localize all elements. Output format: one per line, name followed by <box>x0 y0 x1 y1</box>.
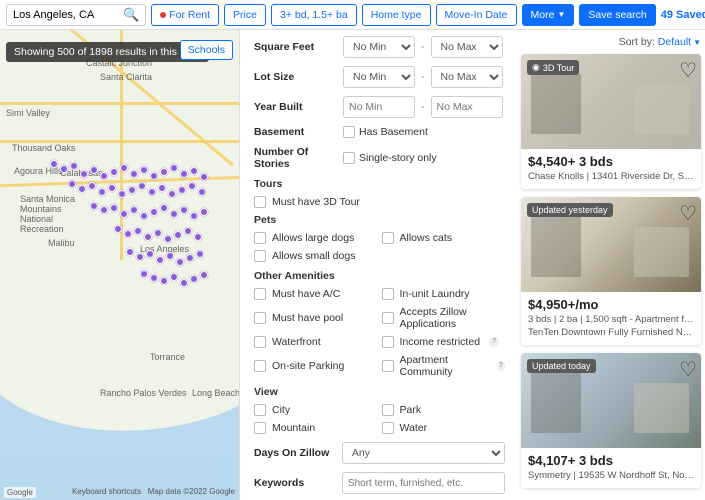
map-panel[interactable]: Showing 500 of 1898 results in this area… <box>0 30 240 500</box>
mountain-view-checkbox[interactable] <box>254 422 266 434</box>
lot-label: Lot Size <box>254 71 339 83</box>
water-view-checkbox[interactable] <box>382 422 394 434</box>
ac-checkbox[interactable] <box>254 288 266 300</box>
search-box[interactable]: 🔍 <box>6 4 146 26</box>
city-label: Long Beach <box>192 388 240 398</box>
single-story-checkbox[interactable] <box>343 152 355 164</box>
tours-section: Tours <box>254 178 505 190</box>
listing-meta2: TenTen Downtown Fully Furnished New... <box>528 327 694 338</box>
info-icon[interactable]: ? <box>497 361 505 371</box>
heart-icon[interactable]: ♡ <box>679 357 697 382</box>
days-label: Days On Zillow <box>254 447 338 459</box>
hometype-filter[interactable]: Home type <box>362 4 431 26</box>
for-rent-filter[interactable]: For Rent <box>151 4 219 26</box>
keywords-input[interactable] <box>342 472 505 494</box>
schools-toggle[interactable]: Schools <box>180 40 233 60</box>
sqft-min-select[interactable]: No Min <box>343 36 415 58</box>
days-select[interactable]: Any <box>342 442 505 464</box>
heart-icon[interactable]: ♡ <box>679 201 697 226</box>
stories-label: Number Of Stories <box>254 146 339 170</box>
3d-tour-checkbox[interactable] <box>254 196 266 208</box>
year-min-input[interactable] <box>343 96 415 118</box>
beds-filter[interactable]: 3+ bd, 1.5+ ba <box>271 4 357 26</box>
save-search-button[interactable]: Save search <box>579 4 655 26</box>
year-label: Year Built <box>254 101 339 113</box>
city-label: Santa Clarita <box>100 72 152 82</box>
income-checkbox[interactable] <box>382 336 394 348</box>
city-label: Torrance <box>150 352 185 362</box>
results-count-banner: Showing 500 of 1898 results in this area <box>6 42 209 62</box>
updated-badge: Updated today <box>527 359 596 373</box>
listing-photo: ◉ 3D Tour ♡ <box>521 54 701 149</box>
single-story-text: Single-story only <box>359 152 437 164</box>
amenities-section: Other Amenities <box>254 270 505 282</box>
listing-photo: Updated today ♡ <box>521 353 701 448</box>
map-attribution: Google Keyboard shortcuts Map data ©2022… <box>4 487 235 498</box>
large-dogs-checkbox[interactable] <box>254 232 266 244</box>
pool-checkbox[interactable] <box>254 312 266 324</box>
filters-panel: Square Feet No Min - No Max Lot Size No … <box>240 30 515 500</box>
listing-price: $4,950+/mo <box>528 297 694 312</box>
sqft-max-select[interactable]: No Max <box>431 36 503 58</box>
updated-badge: Updated yesterday <box>527 203 613 217</box>
chevron-down-icon: ▼ <box>693 38 701 47</box>
lot-max-select[interactable]: No Max <box>431 66 503 88</box>
more-filter[interactable]: More ▼ <box>522 4 575 26</box>
search-input[interactable] <box>13 9 123 21</box>
listing-photo: Updated yesterday ♡ <box>521 197 701 292</box>
pets-section: Pets <box>254 214 505 226</box>
community-checkbox[interactable] <box>382 360 394 372</box>
listing-meta: 3 bds | 2 ba | 1,500 sqft - Apartment fo… <box>528 314 694 325</box>
listing-card[interactable]: ◉ 3D Tour ♡ $4,540+ 3 bds Chase Knolls |… <box>521 54 701 189</box>
has-basement-checkbox[interactable] <box>343 126 355 138</box>
listing-meta: Chase Knolls | 13401 Riverside Dr, Sherm… <box>528 171 694 182</box>
cats-checkbox[interactable] <box>382 232 394 244</box>
listing-card[interactable]: Updated today ♡ $4,107+ 3 bds Symmetry |… <box>521 353 701 488</box>
city-label: Rancho Palos Verdes <box>100 388 187 398</box>
sqft-label: Square Feet <box>254 41 339 53</box>
has-basement-text: Has Basement <box>359 126 428 138</box>
results-panel: Sort by: Default ▼ ◉ 3D Tour ♡ $4,540+ 3… <box>515 30 705 500</box>
saved-homes-link[interactable]: 49 Saved Home <box>661 9 705 21</box>
keywords-label: Keywords <box>254 477 338 489</box>
sort-control[interactable]: Sort by: Default ▼ <box>521 36 701 48</box>
google-logo: Google <box>4 487 36 498</box>
city-label: Simi Valley <box>6 108 50 118</box>
listing-card[interactable]: Updated yesterday ♡ $4,950+/mo 3 bds | 2… <box>521 197 701 345</box>
laundry-checkbox[interactable] <box>382 288 394 300</box>
listing-price: $4,107+ 3 bds <box>528 453 694 468</box>
park-view-checkbox[interactable] <box>382 404 394 416</box>
view-section: View <box>254 386 505 398</box>
parking-checkbox[interactable] <box>254 360 266 372</box>
lot-min-select[interactable]: No Min <box>343 66 415 88</box>
info-icon[interactable]: ? <box>489 337 499 347</box>
city-view-checkbox[interactable] <box>254 404 266 416</box>
listing-meta: Symmetry | 19535 W Nordhoff St, Northrid… <box>528 470 694 481</box>
tour-badge: ◉ 3D Tour <box>527 60 579 75</box>
heart-icon[interactable]: ♡ <box>679 58 697 83</box>
listing-price: $4,540+ 3 bds <box>528 154 694 169</box>
small-dogs-checkbox[interactable] <box>254 250 266 262</box>
basement-label: Basement <box>254 126 339 138</box>
top-navbar: 🔍 For Rent Price 3+ bd, 1.5+ ba Home typ… <box>0 0 705 30</box>
movein-filter[interactable]: Move-In Date <box>436 4 517 26</box>
waterfront-checkbox[interactable] <box>254 336 266 348</box>
marker-cluster <box>30 140 230 300</box>
price-filter[interactable]: Price <box>224 4 266 26</box>
zillow-apps-checkbox[interactable] <box>382 312 394 324</box>
year-max-input[interactable] <box>431 96 503 118</box>
search-icon[interactable]: 🔍 <box>123 7 139 23</box>
